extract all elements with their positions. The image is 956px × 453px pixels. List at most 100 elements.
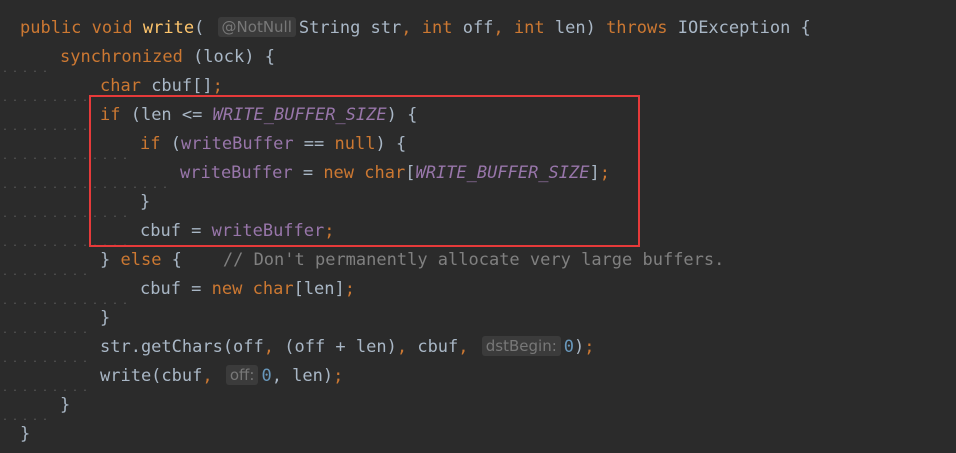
code-token: ,	[202, 366, 213, 386]
code-line[interactable]: }	[0, 391, 956, 420]
indent-guide-dots	[0, 130, 130, 159]
code-token: ,	[458, 337, 469, 357]
code-token: cbuf	[407, 337, 459, 357]
code-line[interactable]: char cbuf[];	[0, 72, 956, 101]
indent-guide-dots	[0, 159, 170, 188]
code-text: cbuf = new char[len];	[140, 275, 355, 304]
code-token: writeBuffer	[211, 221, 325, 241]
code-text: if (len <= WRITE_BUFFER_SIZE) {	[100, 101, 417, 130]
code-token: new	[211, 279, 243, 299]
code-token: IOException {	[667, 18, 811, 38]
code-token: ;	[212, 76, 223, 96]
code-token: int	[421, 18, 453, 38]
code-token: off	[452, 18, 494, 38]
code-token: ) {	[375, 134, 407, 154]
code-token: int	[513, 18, 545, 38]
code-token: char	[100, 76, 141, 96]
code-text: if (writeBuffer == null) {	[140, 130, 406, 159]
code-token: ;	[599, 163, 610, 183]
indent-guide-dots	[0, 217, 130, 246]
indent-guide-dots	[0, 43, 50, 72]
code-line[interactable]: cbuf = writeBuffer;	[0, 217, 956, 246]
code-line[interactable]: if (writeBuffer == null) {	[0, 130, 956, 159]
code-token: 0	[563, 337, 575, 357]
code-token: (len <=	[120, 105, 213, 125]
code-token: ,	[401, 18, 412, 38]
code-token: }	[60, 395, 71, 415]
code-line[interactable]: cbuf = new char[len];	[0, 275, 956, 304]
code-token: synchronized	[60, 47, 183, 67]
code-token: if	[140, 134, 161, 154]
code-line[interactable]: } else { // Don't permanently allocate v…	[0, 246, 956, 275]
code-token: ]	[589, 163, 600, 183]
code-token: // Don't permanently allocate very large…	[222, 250, 725, 270]
code-token: ,	[396, 337, 408, 357]
code-text: char cbuf[];	[100, 72, 223, 101]
indent-guide-dots	[0, 101, 90, 130]
code-editor[interactable]: public void write( @NotNull String str, i…	[0, 0, 956, 453]
code-token: (lock) {	[182, 47, 275, 67]
code-line[interactable]: }	[0, 420, 956, 449]
code-line[interactable]: }	[0, 188, 956, 217]
code-text: cbuf = writeBuffer;	[140, 217, 335, 246]
code-token: [	[405, 163, 416, 183]
code-token: char	[252, 279, 294, 299]
code-line[interactable]: write(cbuf, off: 0, len);	[0, 362, 956, 391]
parameter-hint: off:	[225, 365, 259, 385]
code-token: ==	[293, 134, 335, 154]
code-line[interactable]: str.getChars(off, (off + len), cbuf, dst…	[0, 333, 956, 362]
code-token: =	[292, 163, 324, 183]
code-token: ;	[344, 279, 356, 299]
code-text: } else { // Don't permanently allocate v…	[100, 246, 724, 275]
code-token: (	[160, 134, 181, 154]
code-line[interactable]: if (len <= WRITE_BUFFER_SIZE) {	[0, 101, 956, 130]
code-token: (	[194, 18, 215, 38]
code-line[interactable]: public void write( @NotNull String str, i…	[0, 14, 956, 43]
code-token: public	[20, 18, 82, 38]
code-token: 0	[261, 366, 272, 386]
code-token: WRITE_BUFFER_SIZE	[212, 105, 387, 125]
code-text: public void write( @NotNull String str, i…	[20, 14, 811, 43]
indent-guide-dots	[0, 333, 90, 362]
code-token: )	[574, 337, 585, 357]
code-token: ,	[493, 18, 504, 38]
code-token: WRITE_BUFFER_SIZE	[415, 163, 590, 183]
code-text: str.getChars(off, (off + len), cbuf, dst…	[100, 333, 595, 362]
code-token: }	[100, 250, 121, 270]
code-text: write(cbuf, off: 0, len);	[100, 362, 343, 391]
code-line[interactable]: }	[0, 304, 956, 333]
code-line[interactable]: synchronized (lock) {	[0, 43, 956, 72]
code-token: write(cbuf	[100, 366, 203, 386]
code-text: }	[60, 391, 70, 420]
parameter-hint: dstBegin:	[481, 336, 561, 356]
code-token: ;	[333, 366, 344, 386]
code-token: cbuf[]	[140, 76, 213, 96]
code-line[interactable]: writeBuffer = new char[WRITE_BUFFER_SIZE…	[0, 159, 956, 188]
code-token: ,	[263, 337, 275, 357]
code-token: }	[20, 424, 31, 444]
code-token: ;	[324, 221, 335, 241]
code-token: [len]	[293, 279, 345, 299]
code-token: null	[334, 134, 376, 154]
code-token: {	[161, 250, 223, 270]
code-token: write	[142, 18, 195, 38]
code-token: writeBuffer	[180, 134, 294, 154]
parameter-hint: @NotNull	[217, 17, 296, 37]
code-token: str.getChars(off	[100, 337, 264, 357]
code-token: }	[100, 308, 111, 328]
code-token: ) {	[386, 105, 418, 125]
indent-guide-dots	[0, 275, 130, 304]
code-token: cbuf =	[140, 279, 212, 299]
indent-guide-dots	[0, 304, 90, 333]
code-token: len)	[281, 366, 334, 386]
indent-guide-dots	[0, 72, 90, 101]
indent-guide-dots	[0, 188, 130, 217]
code-token: new	[323, 163, 355, 183]
code-token: char	[364, 163, 406, 183]
